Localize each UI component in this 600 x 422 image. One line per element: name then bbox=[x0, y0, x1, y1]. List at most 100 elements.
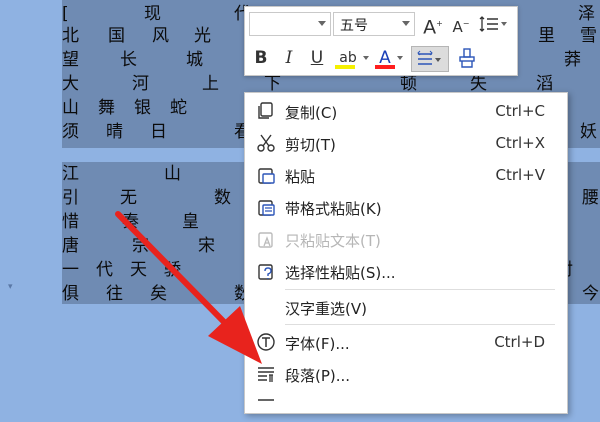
paste-icon bbox=[258, 168, 275, 184]
text-char: 江 bbox=[62, 164, 79, 184]
text-char: 引 bbox=[62, 188, 79, 208]
menu-item-cut[interactable]: 剪切(T) Ctrl+X bbox=[245, 127, 567, 159]
text-char: 大 bbox=[62, 74, 79, 94]
text-char: 俱 bbox=[62, 284, 79, 304]
text-char: 风 bbox=[152, 26, 169, 46]
menu-item-partial[interactable] bbox=[245, 390, 567, 422]
font-color-button[interactable]: A bbox=[373, 46, 403, 70]
text-char: 长 bbox=[120, 50, 137, 70]
text-char: 今 bbox=[582, 284, 599, 304]
text-char: 妖 bbox=[580, 122, 597, 142]
menu-item-label: 字体(F)... bbox=[285, 335, 350, 353]
text-char: 河 bbox=[132, 74, 149, 94]
font-name-select[interactable] bbox=[249, 12, 331, 36]
menu-item-label: 只粘贴文本(T) bbox=[285, 232, 381, 250]
text-char: 晴 bbox=[106, 122, 123, 142]
text-char: 数 bbox=[214, 188, 231, 208]
text-char: 莽 bbox=[564, 50, 581, 70]
text-char: 舞 bbox=[98, 98, 115, 118]
text-char: 山 bbox=[62, 98, 79, 118]
italic-button[interactable]: I bbox=[277, 46, 301, 70]
text-char: 上 bbox=[202, 74, 219, 94]
menu-separator bbox=[285, 289, 555, 290]
text-char: 无 bbox=[120, 188, 137, 208]
text-char: 里 bbox=[538, 26, 555, 46]
text-char: 望 bbox=[62, 50, 79, 70]
font-color-bar bbox=[375, 65, 395, 69]
align-button[interactable] bbox=[411, 46, 449, 72]
mini-format-toolbar: 五号 A+ A− B I U ab A bbox=[244, 6, 518, 76]
menu-item-label: 复制(C) bbox=[285, 104, 338, 122]
text-char: 往 bbox=[106, 284, 123, 304]
menu-item-paragraph[interactable]: 段落(P)... bbox=[245, 358, 567, 390]
menu-item-label: 剪切(T) bbox=[285, 136, 336, 154]
menu-item-copy[interactable]: 复制(C) Ctrl+C bbox=[245, 95, 567, 127]
menu-item-paste-text-only[interactable]: 只粘贴文本(T) bbox=[245, 223, 567, 255]
text-char: 矣 bbox=[150, 284, 167, 304]
text-char: 惜 bbox=[62, 212, 79, 232]
grow-font-button[interactable]: A+ bbox=[421, 12, 445, 39]
text-char: 须 bbox=[62, 122, 79, 142]
menu-item-label: 粘贴 bbox=[285, 168, 316, 186]
text-char: 现 bbox=[144, 4, 161, 24]
context-menu: 复制(C) Ctrl+C 剪切(T) Ctrl+X 粘贴 Ctrl+V 带格式粘… bbox=[244, 92, 568, 414]
line-spacing-button[interactable] bbox=[477, 12, 507, 36]
text-char: 山 bbox=[164, 164, 181, 184]
grow-font-icon: A bbox=[423, 16, 437, 39]
font-icon bbox=[257, 333, 275, 351]
scissors-icon bbox=[257, 134, 275, 152]
chevron-down-icon: ▾ bbox=[8, 282, 13, 292]
menu-item-font[interactable]: 字体(F)... Ctrl+D bbox=[245, 326, 567, 358]
menu-item-label: 带格式粘贴(K) bbox=[285, 200, 382, 218]
text-char: 骄 bbox=[164, 260, 181, 280]
font-size-value: 五号 bbox=[340, 18, 368, 34]
text-char: 一 bbox=[62, 260, 79, 280]
text-char: 皇 bbox=[182, 212, 199, 232]
align-justify-icon bbox=[417, 50, 441, 65]
text-char: 银 bbox=[134, 98, 151, 118]
text-char: 泽 bbox=[578, 4, 595, 24]
text-char: 天 bbox=[130, 260, 147, 280]
menu-item-paste[interactable]: 粘贴 Ctrl+V bbox=[245, 159, 567, 191]
text-char: 日 bbox=[150, 122, 167, 142]
menu-item-shortcut: Ctrl+C bbox=[495, 102, 545, 120]
shrink-font-button[interactable]: A− bbox=[449, 12, 473, 36]
paste-special-icon bbox=[258, 264, 273, 280]
format-painter-button[interactable] bbox=[455, 46, 479, 70]
text-char: 宗 bbox=[132, 236, 149, 256]
chevron-down-icon bbox=[318, 21, 326, 26]
underline-button[interactable]: U bbox=[305, 46, 329, 70]
text-char: 光 bbox=[194, 26, 211, 46]
menu-item-reselect-chinese[interactable]: 汉字重选(V) bbox=[245, 291, 567, 323]
menu-item-label: 汉字重选(V) bbox=[285, 300, 367, 318]
menu-item-shortcut: Ctrl+V bbox=[495, 166, 545, 184]
paste-text-icon bbox=[258, 232, 273, 248]
menu-item-shortcut: Ctrl+D bbox=[494, 333, 545, 351]
menu-item-paste-special[interactable]: 选择性粘贴(S)... bbox=[245, 255, 567, 287]
paragraph-icon bbox=[258, 367, 274, 382]
font-size-select[interactable]: 五号 bbox=[333, 12, 415, 36]
shrink-font-icon: A bbox=[452, 18, 463, 36]
highlight-icon: ab bbox=[339, 50, 357, 66]
menu-item-label: 选择性粘贴(S)... bbox=[285, 264, 396, 282]
text-char: 代 bbox=[96, 260, 113, 280]
text-char: 北 bbox=[62, 26, 79, 46]
italic-icon: I bbox=[285, 48, 293, 68]
highlight-button[interactable]: ab bbox=[333, 46, 369, 70]
bold-button[interactable]: B bbox=[249, 46, 273, 70]
text-char: [ bbox=[62, 4, 69, 24]
menu-separator bbox=[285, 324, 555, 325]
menu-item-paste-with-format[interactable]: 带格式粘贴(K) bbox=[245, 191, 567, 223]
underline-icon: U bbox=[310, 48, 324, 68]
text-char: 蛇 bbox=[170, 98, 187, 118]
text-char: 秦 bbox=[122, 212, 139, 232]
text-char: 宋 bbox=[198, 236, 215, 256]
highlight-color-bar bbox=[335, 65, 355, 69]
text-char: 腰 bbox=[582, 188, 599, 208]
chevron-down-icon bbox=[402, 21, 410, 26]
menu-item-label: 段落(P)... bbox=[285, 367, 351, 385]
text-char: 国 bbox=[108, 26, 125, 46]
paste-format-icon bbox=[258, 200, 275, 216]
text-char: 城 bbox=[186, 50, 203, 70]
copy-icon bbox=[258, 102, 273, 119]
